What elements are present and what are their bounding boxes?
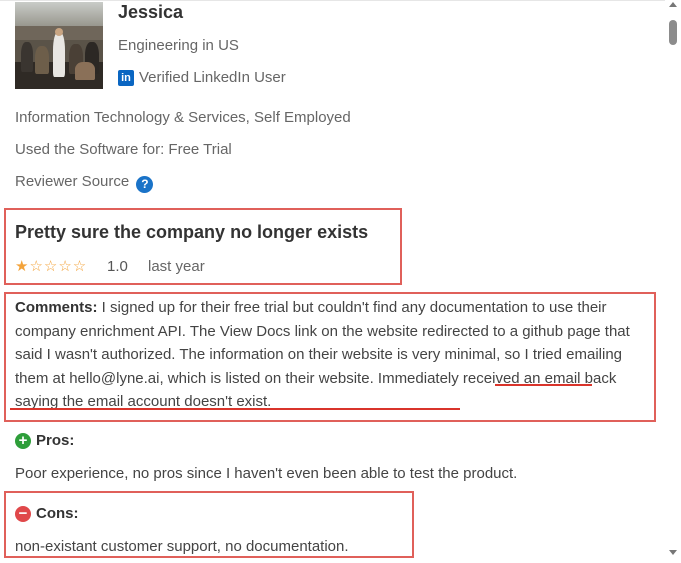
rating-value: 1.0 (107, 258, 128, 275)
reviewer-role: Engineering in US (118, 37, 239, 54)
reviewer-name: Jessica (118, 2, 184, 22)
annotation-underline (10, 408, 460, 410)
top-divider (0, 0, 665, 1)
star-rating-icon: ★☆☆☆☆ (15, 258, 88, 275)
reviewer-source: Reviewer Source ? (15, 173, 154, 193)
cons-label: Cons: (36, 505, 79, 522)
linkedin-verification: in Verified LinkedIn User (118, 69, 286, 86)
review-comments: Comments: I signed up for their free tri… (15, 296, 647, 414)
comments-label: Comments: (15, 299, 98, 316)
cons-heading: − Cons: (15, 505, 79, 522)
minus-circle-icon: − (15, 505, 31, 522)
reviewer-usage: Used the Software for: Free Trial (15, 141, 232, 158)
comments-text: I signed up for their free trial but cou… (15, 299, 630, 410)
pros-label: Pros: (36, 432, 75, 449)
pros-heading: + Pros: (15, 432, 74, 449)
scrollbar-thumb[interactable] (669, 20, 677, 45)
verification-label: Verified LinkedIn User (139, 69, 286, 86)
scroll-down-arrow-icon[interactable] (669, 550, 677, 555)
annotation-underline (495, 384, 592, 386)
cons-text: non-existant customer support, no docume… (15, 538, 349, 555)
reviewer-industry: Information Technology & Services, Self … (15, 109, 351, 126)
scroll-up-arrow-icon[interactable] (669, 2, 677, 7)
review-time: last year (148, 258, 205, 275)
reviewer-avatar (15, 2, 103, 89)
help-icon[interactable]: ? (136, 175, 154, 193)
review-title: Pretty sure the company no longer exists (15, 222, 369, 242)
plus-circle-icon: + (15, 432, 31, 449)
linkedin-icon: in (118, 69, 134, 86)
reviewer-source-label: Reviewer Source (15, 173, 130, 190)
pros-text: Poor experience, no pros since I haven't… (15, 465, 518, 482)
